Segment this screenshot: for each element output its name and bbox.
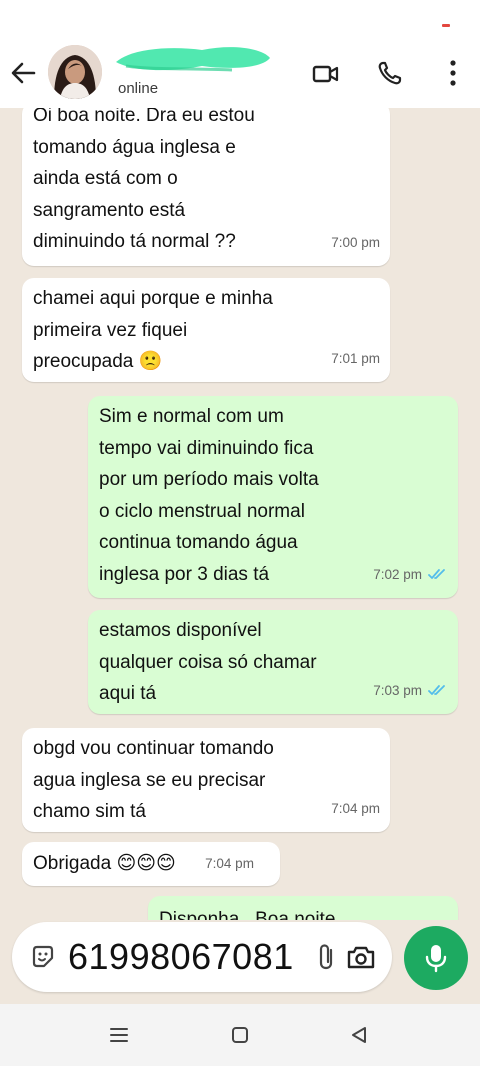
message-composer	[12, 922, 392, 992]
message-meta: 7:00 pm	[331, 227, 380, 259]
voice-record-button[interactable]	[404, 926, 468, 990]
attach-paperclip-icon[interactable]	[316, 942, 338, 972]
message-bubble-incoming[interactable]: Obrigada 😊😊😊 7:04 pm	[22, 842, 280, 886]
message-time: 7:02 pm	[373, 566, 422, 582]
message-bubble-incoming[interactable]: obgd vou continuar tomando agua inglesa …	[22, 728, 390, 832]
message-meta: 7:02 pm	[373, 559, 448, 591]
read-ticks-icon	[428, 685, 445, 696]
message-text: Oi boa noite. Dra eu estou tomando água …	[33, 108, 255, 252]
recent-apps-icon[interactable]	[108, 1024, 130, 1046]
message-meta: 7:01 pm	[331, 343, 380, 375]
message-text: Obrigada 😊😊😊	[33, 853, 176, 874]
status-bar	[0, 0, 480, 42]
message-time: 7:03 pm	[373, 682, 422, 698]
contact-status: online	[118, 80, 159, 97]
sticker-emoji-icon[interactable]	[30, 944, 56, 970]
back-triangle-icon[interactable]	[348, 1024, 370, 1046]
message-bubble-incoming[interactable]: chamei aqui porque e minha primeira vez …	[22, 278, 390, 382]
message-bubble-outgoing[interactable]: Sim e normal com um tempo vai diminuindo…	[88, 396, 458, 598]
contact-name[interactable]	[114, 42, 274, 74]
notification-dot	[442, 24, 450, 27]
message-time: 7:04 pm	[331, 800, 380, 816]
back-arrow-icon[interactable]	[8, 58, 38, 88]
message-bubble-outgoing[interactable]: Disponha . Boa noite	[148, 896, 458, 920]
camera-icon[interactable]	[346, 944, 376, 970]
system-navigation-bar	[0, 1004, 480, 1066]
message-text: Disponha . Boa noite	[159, 909, 336, 920]
message-text: chamei aqui porque e minha primeira vez …	[33, 288, 273, 372]
phone-icon[interactable]	[376, 59, 404, 87]
message-meta: 7:04 pm	[331, 793, 380, 825]
avatar[interactable]	[48, 45, 102, 99]
video-call-icon[interactable]	[312, 60, 340, 88]
message-meta: 7:03 pm	[373, 675, 448, 707]
message-time: 7:04 pm	[205, 856, 254, 872]
read-ticks-icon	[428, 569, 445, 580]
message-bubble-outgoing[interactable]: estamos disponível qualquer coisa só cha…	[88, 610, 458, 714]
microphone-icon	[425, 945, 447, 973]
message-text: obgd vou continuar tomando agua inglesa …	[33, 738, 274, 822]
home-icon[interactable]	[229, 1024, 251, 1046]
chat-header: online	[0, 42, 480, 108]
message-list[interactable]: Oi boa noite. Dra eu estou tomando água …	[0, 108, 480, 920]
more-vertical-icon[interactable]	[440, 58, 466, 88]
message-time: 7:00 pm	[331, 234, 380, 250]
message-bubble-incoming[interactable]: Oi boa noite. Dra eu estou tomando água …	[22, 108, 390, 266]
message-time: 7:01 pm	[331, 350, 380, 366]
message-meta: 7:04 pm	[205, 848, 254, 880]
message-input[interactable]	[68, 930, 318, 984]
